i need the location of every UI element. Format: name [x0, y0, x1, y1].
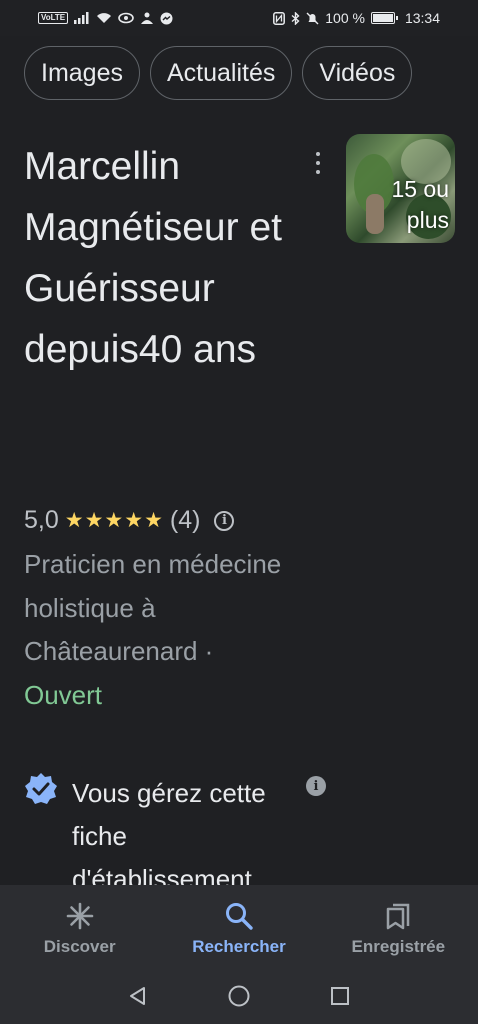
info-icon[interactable]: i — [214, 510, 235, 531]
person-icon — [140, 12, 154, 24]
wifi-icon — [96, 12, 112, 24]
bluetooth-icon — [291, 11, 300, 25]
managed-text: Vous gérez cette fiche d'établissement — [72, 778, 266, 894]
signal-icon — [74, 12, 90, 24]
nav-saved[interactable]: Enregistrée — [319, 885, 478, 968]
rating-row: 5,0 ★★★★★ (4) i — [24, 506, 235, 535]
star-rating-icon: ★★★★★ — [64, 509, 164, 532]
bottom-navigation: Discover Rechercher Enregistrée — [0, 885, 478, 968]
review-count[interactable]: (4) — [170, 506, 201, 535]
status-bar: VoLTE 100 % 13:34 — [0, 0, 478, 36]
mute-bell-icon — [306, 12, 319, 25]
status-left: VoLTE — [38, 12, 173, 25]
battery-percent: 100 % — [325, 10, 365, 26]
battery-icon — [370, 12, 398, 24]
battery-fill — [372, 14, 393, 22]
search-icon — [224, 899, 254, 933]
nav-search-label: Rechercher — [192, 937, 286, 956]
clock: 13:34 — [404, 10, 440, 26]
asterisk-icon — [65, 899, 95, 933]
nav-saved-label: Enregistrée — [351, 937, 446, 956]
managed-info-icon[interactable]: i — [306, 776, 326, 796]
nfc-icon — [273, 11, 286, 25]
business-title: Marcellin Magnétiseur et Guérisseur depu… — [24, 145, 282, 371]
home-icon[interactable] — [227, 984, 251, 1008]
status-right: 100 % 13:34 — [273, 10, 440, 26]
search-filter-chips: Images Actualités Vidéos — [24, 46, 413, 100]
chip-videos[interactable]: Vidéos — [302, 46, 413, 100]
nav-search[interactable]: Rechercher — [159, 885, 318, 968]
nav-discover[interactable]: Discover — [0, 885, 159, 968]
system-navigation-bar — [0, 968, 478, 1024]
messenger-icon — [160, 12, 173, 25]
business-photos-thumbnail[interactable]: 15 ou plus — [346, 134, 455, 243]
more-options-icon[interactable] — [312, 152, 324, 174]
business-category: Praticien en médecine holistique à Châte… — [24, 543, 304, 717]
category-text: Praticien en médecine holistique à Châte… — [24, 549, 282, 666]
verified-badge-icon — [25, 773, 57, 804]
eye-icon — [118, 12, 134, 24]
nav-discover-label: Discover — [43, 937, 116, 956]
rating-value: 5,0 — [24, 506, 59, 534]
back-icon[interactable] — [127, 985, 149, 1007]
chip-images[interactable]: Images — [24, 46, 140, 100]
open-status: Ouvert — [24, 679, 103, 710]
chip-actualites[interactable]: Actualités — [149, 46, 293, 100]
photo-count: 15 ou plus — [391, 176, 449, 233]
bookmarks-icon — [383, 899, 413, 933]
volte-icon: VoLTE — [38, 12, 69, 24]
recents-icon[interactable] — [329, 985, 351, 1007]
